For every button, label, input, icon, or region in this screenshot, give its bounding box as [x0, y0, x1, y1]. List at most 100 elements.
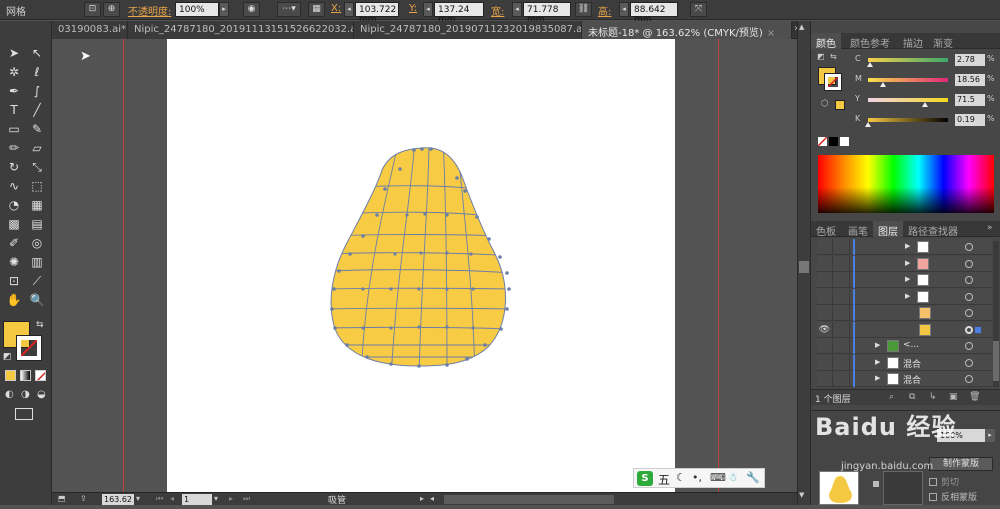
lock-toggle[interactable] — [834, 272, 850, 288]
align-dropdown-icon[interactable]: ⋯▾ — [277, 2, 301, 17]
layer-name[interactable]: 混合 — [903, 357, 921, 370]
y-field[interactable]: 137.24 mm — [434, 2, 484, 25]
default-colors-icon[interactable]: ◩ — [3, 352, 12, 362]
target-circle-icon[interactable] — [965, 309, 973, 317]
gradient-mode-icon[interactable] — [20, 370, 31, 381]
rectangle-icon[interactable]: ▭ — [4, 121, 24, 138]
expand-arrow-icon[interactable]: ▶ — [905, 292, 910, 300]
visibility-icon[interactable] — [817, 255, 833, 272]
type-icon[interactable]: T — [4, 102, 24, 119]
artboard-icon[interactable]: ⊡ — [4, 273, 24, 290]
expand-arrow-icon[interactable]: ▶ — [905, 242, 910, 250]
layer-row[interactable] — [817, 305, 992, 321]
y-label[interactable]: Y: — [409, 3, 417, 14]
expand-arrow-icon[interactable]: ▶ — [905, 275, 910, 283]
target-circle-icon[interactable] — [965, 325, 973, 334]
zoom-icon[interactable]: 🔍 — [27, 292, 47, 309]
slider-track[interactable] — [868, 58, 948, 62]
draw-inside-icon[interactable]: ◒ — [37, 389, 46, 400]
hand-icon[interactable]: ✋ — [4, 292, 24, 309]
target-icon[interactable]: ⊕ — [103, 2, 120, 17]
black-swatch[interactable] — [829, 137, 838, 146]
mask-thumbnail[interactable] — [883, 471, 923, 505]
warp-icon[interactable]: ∿ — [4, 178, 24, 195]
target-circle-icon[interactable] — [965, 259, 973, 268]
first-artboard-icon[interactable]: ⏮ — [156, 494, 163, 504]
color-mode-icon[interactable] — [5, 370, 16, 381]
isolate-icon[interactable]: ⊡ — [84, 2, 101, 17]
pear-mesh-object[interactable] — [167, 39, 675, 492]
layer-row[interactable]: 👁 — [817, 321, 992, 338]
line-segment-icon[interactable]: ╱ — [27, 102, 47, 119]
free-transform-icon[interactable]: ⬚ — [27, 178, 47, 195]
visibility-icon[interactable] — [817, 354, 833, 371]
pencil-icon[interactable]: ✏ — [4, 140, 24, 157]
layer-row[interactable]: ▶ — [817, 239, 992, 255]
artboard-dropdown-icon[interactable]: ▾ — [214, 494, 218, 503]
prev-artboard-icon[interactable]: ◂ — [170, 494, 174, 503]
lock-toggle[interactable] — [834, 338, 850, 354]
visibility-icon[interactable] — [817, 272, 833, 288]
lock-toggle[interactable] — [834, 255, 850, 272]
swap-fill-stroke-icon[interactable]: ⇆ — [830, 52, 837, 61]
delete-layer-icon[interactable]: 🗑 — [969, 392, 980, 402]
artboard[interactable] — [167, 39, 675, 492]
width-field[interactable]: 71.778 mm — [523, 2, 571, 25]
target-circle-icon[interactable] — [965, 342, 973, 350]
layers-scrollbar[interactable] — [993, 241, 999, 387]
slider-track[interactable] — [868, 118, 948, 122]
column-graph-icon[interactable]: ▥ — [27, 254, 47, 271]
opacity-arrow-icon[interactable]: ▸ — [985, 429, 995, 442]
target-circle-icon[interactable] — [965, 243, 973, 251]
scroll-thumb[interactable] — [799, 261, 809, 273]
visibility-icon[interactable] — [817, 239, 833, 255]
slider-knob[interactable] — [865, 122, 872, 127]
height-field[interactable]: 88.642 mm — [630, 2, 678, 25]
input-mode-label[interactable]: 五 — [658, 471, 670, 488]
tab-color[interactable]: 颜色 — [811, 33, 841, 50]
share-icon[interactable]: ⇪ — [80, 494, 87, 503]
link-mask-icon[interactable] — [873, 481, 879, 487]
width-label[interactable]: 宽: — [491, 3, 504, 18]
lasso-icon[interactable]: ℓ — [27, 64, 47, 81]
slider-knob[interactable] — [879, 82, 886, 87]
y-stepper-icon[interactable]: ◂ — [423, 2, 433, 17]
slice-icon[interactable]: ⟋ — [27, 273, 47, 290]
paintbrush-icon[interactable]: ✎ — [27, 121, 47, 138]
slider-knob[interactable] — [867, 62, 874, 67]
slider-value-field[interactable]: 2.78 — [955, 54, 985, 66]
close-icon[interactable]: × — [767, 28, 775, 39]
invert-mask-checkbox[interactable] — [929, 493, 937, 501]
layers-scroll-thumb[interactable] — [993, 341, 999, 381]
lock-toggle[interactable] — [834, 354, 850, 371]
tab-stroke[interactable]: 描边 — [898, 33, 928, 50]
expand-arrow-icon[interactable]: ▶ — [875, 341, 880, 349]
x-stepper-icon[interactable]: ◂ — [344, 2, 354, 17]
tab-pathfinder[interactable]: 路径查找器 — [903, 221, 963, 238]
slider-knob[interactable] — [922, 102, 929, 107]
blend-icon[interactable]: ◎ — [27, 235, 47, 252]
layer-name[interactable]: 混合 — [903, 373, 921, 386]
pen-icon[interactable]: ✒ — [4, 83, 24, 100]
tab-doc-1[interactable]: 03190083.ai*× — [52, 21, 128, 39]
layer-row[interactable]: ▶ — [817, 255, 992, 272]
last-artboard-icon[interactable]: ⏭ — [243, 494, 250, 504]
scroll-up-icon[interactable]: ▲ — [799, 23, 804, 31]
tab-gradient[interactable]: 渐变 — [928, 33, 958, 50]
hscroll-left-icon[interactable]: ◂ — [430, 494, 434, 503]
new-layer-icon[interactable]: ▣ — [949, 392, 958, 402]
wrench-icon[interactable]: 🔧 — [746, 471, 760, 484]
layer-row[interactable]: ▶ <... — [817, 338, 992, 354]
transparency-thumbnail[interactable] — [819, 471, 859, 505]
expand-arrow-icon[interactable]: ▶ — [875, 358, 880, 366]
tab-doc-3[interactable]: Nipic_24787180_20190711232019835087.ai*× — [354, 21, 582, 39]
clip-checkbox[interactable] — [929, 478, 937, 486]
stroke-swatch[interactable] — [16, 335, 42, 361]
layer-row[interactable]: ▶ 混合 — [817, 371, 992, 387]
default-fill-stroke-icon[interactable]: ◩ — [817, 52, 825, 61]
shape-builder-icon[interactable]: ◔ — [4, 197, 24, 214]
target-circle-icon[interactable] — [965, 358, 973, 367]
none-mode-icon[interactable] — [35, 370, 46, 381]
punctuation-icon[interactable]: •, — [692, 471, 702, 484]
eraser-icon[interactable]: ▱ — [27, 140, 47, 157]
